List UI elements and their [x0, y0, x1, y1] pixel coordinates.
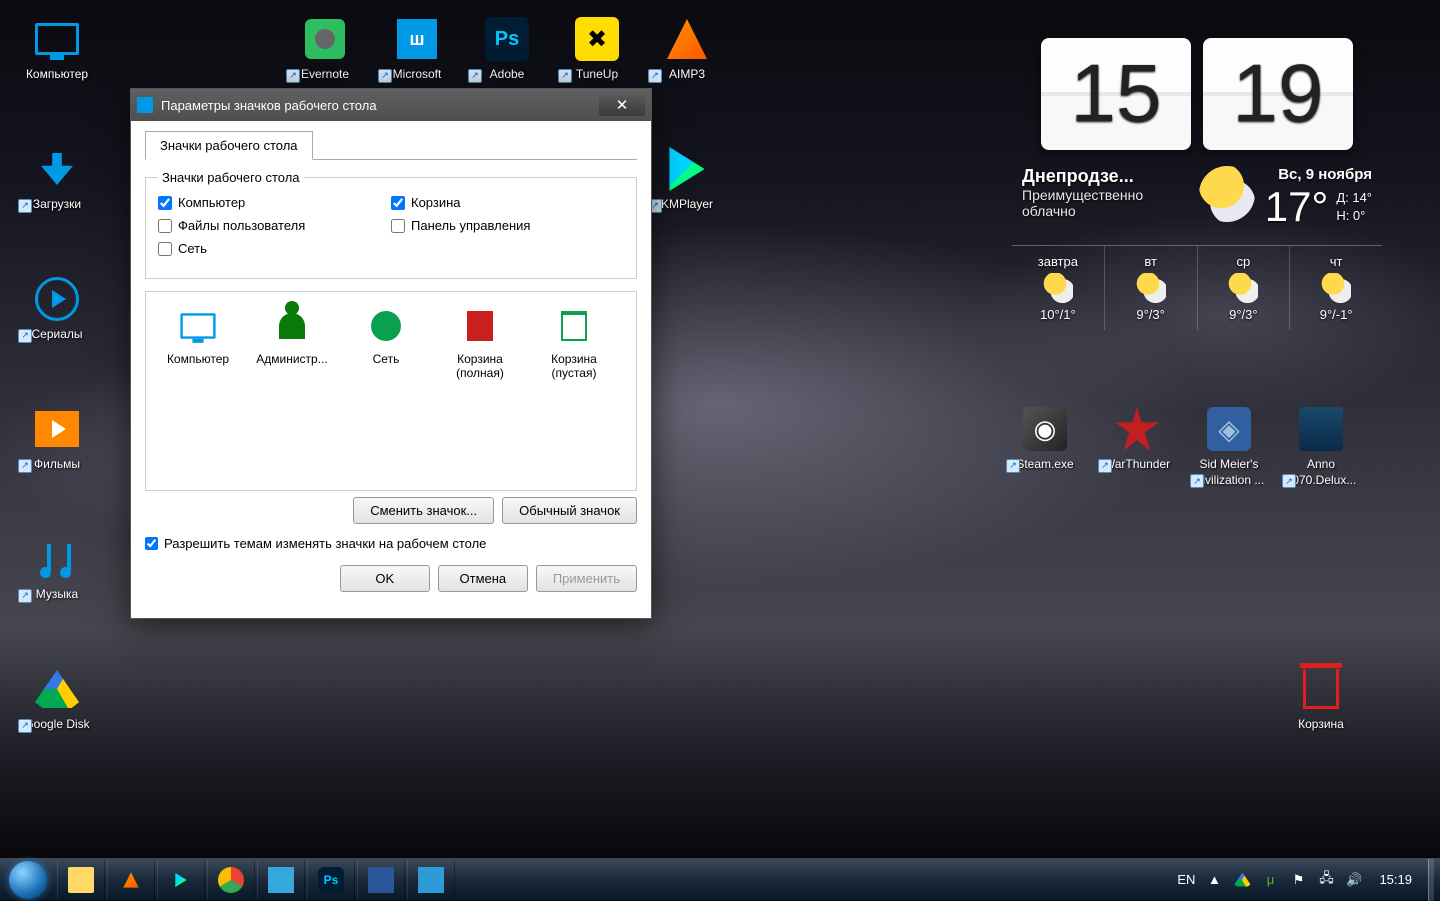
desktop-icon-microsoft[interactable]: ш↗Microsoft: [372, 15, 462, 83]
desktop-icon-settings-dialog: Параметры значков рабочего стола ✕ Значк…: [130, 88, 652, 619]
desktop-icons-fieldset: Значки рабочего стола Компьютер Корзина …: [145, 170, 637, 279]
clock-widget: 15 19: [1012, 38, 1382, 150]
show-desktop-button[interactable]: [1428, 859, 1434, 901]
desktop-icon-films[interactable]: ↗Фильмы: [12, 405, 102, 473]
taskbar-word[interactable]: [357, 861, 405, 899]
change-icon-button[interactable]: Сменить значок...: [353, 497, 494, 524]
desktop-icon-downloads[interactable]: ↗Загрузки: [12, 145, 102, 213]
taskbar-ps[interactable]: Ps: [307, 861, 355, 899]
weather-condition: Преимущественно облачно: [1022, 187, 1189, 219]
taskbar-chrome[interactable]: [207, 861, 255, 899]
weather-forecast: завтра10°/1° вт9°/3° ср9°/3° чт9°/-1°: [1012, 245, 1382, 330]
cb-userfiles[interactable]: Файлы пользователя: [158, 218, 391, 233]
weather-date: Вс, 9 ноября: [1265, 166, 1372, 183]
cb-allow-themes[interactable]: Разрешить темам изменять значки на рабоч…: [145, 536, 637, 551]
desktop-icon-tuneup[interactable]: ✖↗TuneUp: [552, 15, 642, 83]
cb-recycle[interactable]: Корзина: [391, 195, 624, 210]
desktop-icon-anno[interactable]: ↗Anno 2070.Delux...: [1276, 405, 1366, 488]
fieldset-legend: Значки рабочего стола: [158, 170, 304, 185]
desktop-icon-recycle[interactable]: Корзина: [1276, 665, 1366, 733]
weather-widget[interactable]: 15 19 Днепродзе... Преимущественно облач…: [1012, 38, 1382, 330]
ok-button[interactable]: OK: [340, 565, 430, 592]
desktop-icon-computer[interactable]: Компьютер: [12, 15, 102, 83]
default-icon-button[interactable]: Обычный значок: [502, 497, 637, 524]
clock-minutes: 19: [1203, 38, 1353, 150]
desktop-icon-music[interactable]: ↗Музыка: [12, 535, 102, 603]
desktop-icon-civ[interactable]: ◈↗Sid Meier's Civilization ...: [1184, 405, 1274, 488]
tray-volume-icon[interactable]: 🔊: [1345, 871, 1363, 889]
tray-gdrive-icon[interactable]: [1233, 871, 1251, 889]
taskbar-aimp[interactable]: [107, 861, 155, 899]
weather-city: Днепродзе...: [1022, 166, 1189, 187]
clock-hours: 15: [1041, 38, 1191, 150]
cancel-button[interactable]: Отмена: [438, 565, 528, 592]
desktop-icon-steam[interactable]: ◉↗Steam.exe: [1000, 405, 1090, 473]
tab-desktop-icons[interactable]: Значки рабочего стола: [145, 131, 313, 160]
desktop-icon-warthunder[interactable]: ↗WarThunder: [1092, 405, 1182, 473]
icon-item-admin[interactable]: Администр...: [248, 306, 336, 380]
weather-low: Н: 0°: [1336, 207, 1372, 225]
desktop-icon-kmplayer[interactable]: ↗KMPlayer: [642, 145, 732, 213]
desktop-icon-evernote[interactable]: ↗Evernote: [280, 15, 370, 83]
icon-item-recycle-full[interactable]: Корзина (полная): [436, 306, 524, 380]
taskbar-desktop-settings[interactable]: [257, 861, 305, 899]
icon-item-recycle-empty[interactable]: Корзина (пустая): [530, 306, 618, 380]
desktop-icon-gdisk[interactable]: ↗Google Disk: [12, 665, 102, 733]
icon-item-network[interactable]: Сеть: [342, 306, 430, 380]
tray-flag-icon[interactable]: ⚑: [1289, 871, 1307, 889]
tray-lang[interactable]: EN: [1177, 872, 1195, 887]
close-button[interactable]: ✕: [599, 94, 645, 116]
dialog-titlebar[interactable]: Параметры значков рабочего стола ✕: [131, 89, 651, 121]
weather-sun-icon: [1199, 166, 1255, 222]
icon-item-computer[interactable]: Компьютер: [154, 306, 242, 380]
start-button[interactable]: [0, 859, 56, 901]
cb-network[interactable]: Сеть: [158, 241, 391, 256]
desktop-icon-adobe[interactable]: Ps↗Adobe: [462, 15, 552, 83]
weather-high: Д: 14°: [1336, 189, 1372, 207]
system-tray: EN ▲ μ ⚑ 🖧 🔊 15:19: [1171, 859, 1440, 901]
tray-utorrent-icon[interactable]: μ: [1261, 871, 1279, 889]
dialog-title-icon: [137, 97, 153, 113]
cb-computer[interactable]: Компьютер: [158, 195, 391, 210]
desktop-icon-aimp3[interactable]: ↗AIMP3: [642, 15, 732, 83]
icon-preview-box: Компьютер Администр... Сеть Корзина (пол…: [145, 291, 637, 491]
tray-arrow-icon[interactable]: ▲: [1205, 871, 1223, 889]
tray-clock[interactable]: 15:19: [1373, 872, 1418, 887]
taskbar-personalize[interactable]: [407, 861, 455, 899]
taskbar-explorer[interactable]: [57, 861, 105, 899]
cb-cpanel[interactable]: Панель управления: [391, 218, 624, 233]
apply-button[interactable]: Применить: [536, 565, 637, 592]
desktop-icon-serials[interactable]: ↗Сериалы: [12, 275, 102, 343]
tray-network-icon[interactable]: 🖧: [1317, 871, 1335, 889]
weather-temp: 17°: [1265, 183, 1329, 231]
dialog-title: Параметры значков рабочего стола: [161, 98, 377, 113]
taskbar: Ps EN ▲ μ ⚑ 🖧 🔊 15:19: [0, 858, 1440, 900]
taskbar-play[interactable]: [157, 861, 205, 899]
